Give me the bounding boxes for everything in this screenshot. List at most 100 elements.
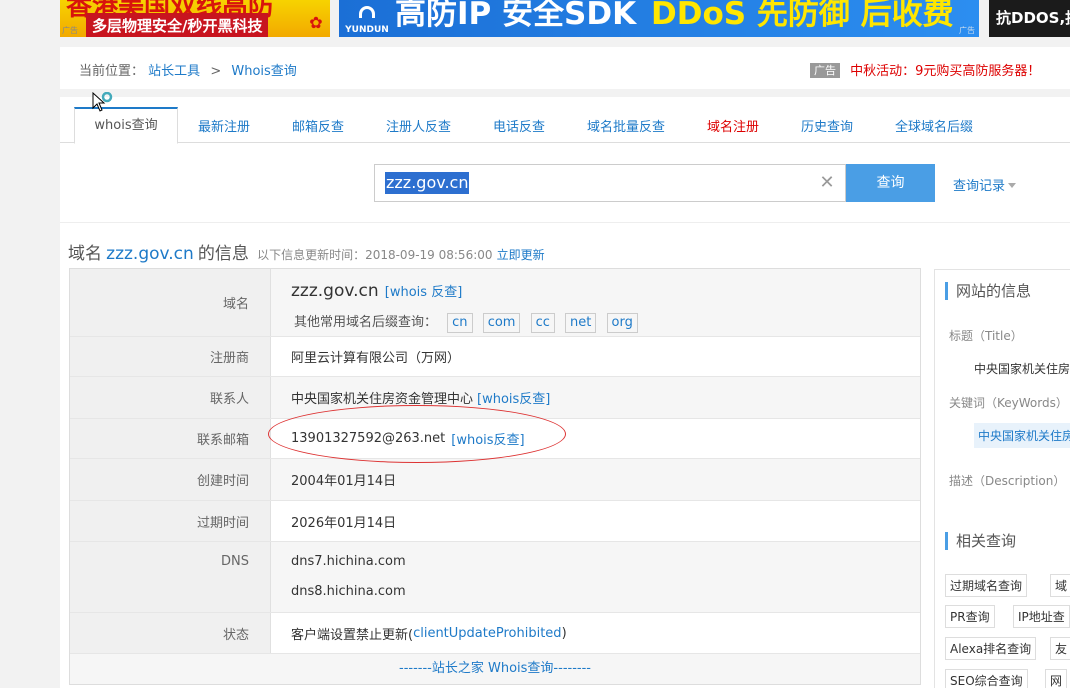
query-history-dropdown[interactable]: 查询记录 (953, 175, 1017, 194)
title-label: 标题（Title） (949, 329, 1023, 343)
suffix-link-net[interactable]: net (565, 313, 597, 333)
ad-banner-yundun[interactable]: YUNDUN 高防IP 安全SDK DDoS 先防御 后收费 广告 (339, 0, 979, 37)
divider (60, 222, 1070, 223)
table-row-email: 联系邮箱 13901327592@263.net [whois反查] (70, 419, 920, 459)
table-row-domain: 域名 zzz.gov.cn [whois 反查] 其他常用域名后缀查询： cn … (70, 269, 920, 337)
table-row-dns: DNS dns7.hichina.com dns8.hichina.com (70, 542, 920, 613)
title-value: 中央国家机关住房 (974, 362, 1070, 376)
ad-banner-ddos[interactable]: 抗DDOS,抗 (989, 0, 1070, 37)
ad-subline: 多层物理安全/秒开黑科技 (86, 13, 269, 37)
related-link-expired-domain[interactable]: 过期域名查询 (945, 574, 1028, 597)
related-link-domain[interactable]: 域 (1050, 574, 1070, 597)
whois-table: 域名 zzz.gov.cn [whois 反查] 其他常用域名后缀查询： cn … (69, 268, 921, 685)
row-label: 联系人 (70, 377, 271, 418)
row-label: 注册商 (70, 337, 271, 376)
row-label: DNS (70, 542, 271, 612)
info-heading: 域名 zzz.gov.cn 的信息 以下信息更新时间：2018-09-19 08… (68, 239, 545, 264)
breadcrumb: 当前位置： 站长工具 > Whois查询 (79, 60, 297, 79)
contact-reverse-link[interactable]: [whois反查] (477, 388, 550, 407)
table-row-created: 创建时间 2004年01月14日 (70, 459, 920, 501)
tab-new-registrations[interactable]: 最新注册 (198, 116, 250, 135)
row-value: 13901327592@263.net [whois反查] (271, 419, 920, 458)
related-link-pr[interactable]: PR查询 (945, 605, 995, 628)
tab-whois[interactable]: whois查询 (74, 107, 178, 144)
email-value: 13901327592@263.net (291, 431, 446, 446)
tab-email-reverse[interactable]: 邮箱反查 (292, 116, 344, 135)
ad-tag: 广告 (959, 26, 975, 35)
row-value: 中央国家机关住房资金管理中心 [whois反查] (271, 377, 920, 418)
suffix-link-org[interactable]: org (606, 313, 638, 333)
tab-domain-register[interactable]: 域名注册 (707, 116, 759, 135)
update-time: 以下信息更新时间：2018-09-19 08:56:00 (257, 248, 493, 262)
ad-banner-hk[interactable]: 香港美国双线高防 多层物理安全/秒开黑科技 ✿ 广告 (60, 0, 330, 37)
status-close: ) (561, 625, 567, 641)
tab-history[interactable]: 历史查询 (801, 116, 853, 135)
suffix-link-cn[interactable]: cn (447, 313, 473, 333)
dns-server-2: dns8.hichina.com (291, 584, 406, 599)
query-history-label: 查询记录 (953, 179, 1006, 194)
table-row-expire: 过期时间 2026年01月14日 (70, 501, 920, 542)
breadcrumb-bar: 当前位置： 站长工具 > Whois查询 广告 中秋活动：9元购买高防服务器！ … (60, 47, 1070, 89)
related-link-web[interactable]: 网 (1045, 669, 1068, 688)
status-code-link[interactable]: clientUpdateProhibited (413, 626, 561, 641)
tab-batch-reverse[interactable]: 域名批量反查 (587, 116, 665, 135)
site-info-heading: 网站的信息 (945, 282, 1031, 300)
breadcrumb-link-whois[interactable]: Whois查询 (231, 64, 296, 79)
tool-tabs: whois查询 最新注册 邮箱反查 注册人反查 电话反查 域名批量反查 域名注册… (60, 97, 1070, 144)
promo-notice: 广告 中秋活动：9元购买高防服务器！ 快 (810, 60, 1070, 79)
tab-phone-reverse[interactable]: 电话反查 (493, 116, 545, 135)
row-value: 客户端设置禁止更新(clientUpdateProhibited) (271, 613, 920, 653)
breadcrumb-prefix: 当前位置： (79, 64, 145, 79)
row-label: 状态 (70, 613, 271, 653)
mouse-cursor-icon (92, 92, 113, 112)
created-value: 2004年01月14日 (271, 459, 920, 500)
suffix-link-cc[interactable]: cc (530, 313, 555, 333)
table-row-contact: 联系人 中央国家机关住房资金管理中心 [whois反查] (70, 377, 920, 419)
breadcrumb-separator: > (210, 64, 222, 79)
ad-tag: 广告 (62, 26, 78, 35)
ad-slogan: DDoS 先防御 后收费 (651, 0, 954, 32)
related-link-ip[interactable]: IP地址查 (1013, 605, 1070, 628)
email-reverse-link[interactable]: [whois反查] (451, 429, 524, 448)
info-heading-domain: zzz.gov.cn (106, 244, 194, 264)
clear-icon[interactable]: ✕ (817, 173, 837, 193)
tab-global-suffixes[interactable]: 全球域名后缀 (895, 116, 973, 135)
caret-down-icon (1008, 183, 1017, 188)
status-text: 客户端设置禁止更新( (291, 627, 414, 643)
keywords-value: 中央国家机关住房 (974, 423, 1070, 448)
suffix-prompt: 其他常用域名后缀查询： (294, 315, 438, 330)
table-row-status: 状态 客户端设置禁止更新(clientUpdateProhibited) (70, 613, 920, 654)
suffix-link-com[interactable]: com (482, 313, 521, 333)
related-link-seo[interactable]: SEO综合查询 (945, 669, 1028, 688)
row-label: 域名 (70, 269, 271, 336)
keywords-label: 关键词（KeyWords） (949, 396, 1068, 410)
ad-banner-bar: 香港美国双线高防 多层物理安全/秒开黑科技 ✿ 广告 YUNDUN 高防IP 安… (0, 0, 1070, 38)
row-value: dns7.hichina.com dns8.hichina.com (271, 542, 920, 612)
expire-value: 2026年01月14日 (291, 515, 397, 531)
sidebar: 网站的信息 标题（Title） 中央国家机关住房 关键词（KeyWords） 中… (934, 269, 1070, 688)
breadcrumb-link-webmaster-tools[interactable]: 站长工具 (148, 64, 200, 79)
dns-server-1: dns7.hichina.com (291, 554, 406, 569)
main-panel: whois查询 最新注册 邮箱反查 注册人反查 电话反查 域名批量反查 域名注册… (60, 97, 1070, 688)
contact-value: 中央国家机关住房资金管理中心 (291, 392, 474, 407)
related-link-alexa[interactable]: Alexa排名查询 (945, 637, 1037, 660)
ad-headline: 抗DDOS,抗 (996, 9, 1070, 27)
info-heading-prefix: 域名 (68, 244, 102, 264)
row-label: 过期时间 (70, 501, 271, 541)
row-value: zzz.gov.cn [whois 反查] 其他常用域名后缀查询： cn com… (271, 269, 920, 336)
ad-tag: 广告 (810, 63, 840, 78)
info-heading-suffix: 的信息 (197, 244, 249, 264)
row-label: 创建时间 (70, 459, 271, 500)
related-queries-heading: 相关查询 (945, 532, 1016, 550)
table-footer: -------站长之家 Whois查询-------- (70, 654, 920, 684)
refresh-now-link[interactable]: 立即更新 (497, 248, 545, 262)
search-input-selection[interactable]: zzz.gov.cn (385, 172, 470, 194)
table-row-registrar: 注册商 阿里云计算有限公司（万网） (70, 337, 920, 377)
related-link-friend[interactable]: 友 (1050, 637, 1070, 660)
description-label: 描述（Description） (949, 474, 1066, 488)
query-button[interactable]: 查询 (846, 164, 935, 202)
domain-reverse-link[interactable]: [whois 反查] (385, 285, 463, 300)
promo-link[interactable]: 中秋活动：9元购买高防服务器！ (850, 64, 1040, 79)
tab-registrant-reverse[interactable]: 注册人反查 (386, 116, 451, 135)
bauhinia-icon: ✿ (309, 13, 323, 32)
